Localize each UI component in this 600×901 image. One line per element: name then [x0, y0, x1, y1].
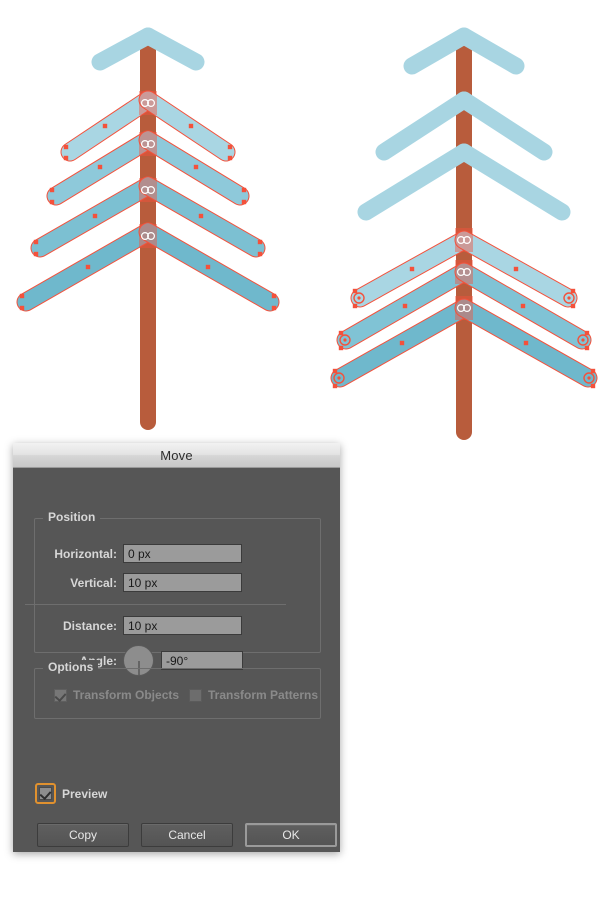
distance-row: Distance: 10 px	[46, 616, 316, 635]
vertical-row: Vertical: 10 px	[46, 573, 316, 592]
distance-field[interactable]: 10 px	[123, 616, 242, 635]
check-icon	[54, 689, 67, 702]
preview-label: Preview	[62, 786, 108, 801]
horizontal-row: Horizontal: 0 px	[46, 544, 316, 563]
move-dialog[interactable]: Move Position Horizontal: 0 px Vertical:…	[13, 443, 340, 852]
transform-patterns-checkbox[interactable]: Transform Patterns	[189, 688, 318, 702]
transform-patterns-label: Transform Patterns	[208, 688, 319, 702]
dialog-title: Move	[160, 447, 193, 463]
transform-objects-label: Transform Objects	[73, 688, 180, 702]
vertical-field[interactable]: 10 px	[123, 573, 242, 592]
checkbox-icon	[54, 688, 67, 702]
dialog-body: Position Horizontal: 0 px Vertical: 10 p…	[13, 468, 340, 851]
position-group-legend: Position	[43, 510, 101, 524]
horizontal-field[interactable]: 0 px	[123, 544, 242, 563]
right-tree[interactable]	[330, 27, 598, 440]
checkbox-icon	[189, 688, 202, 702]
options-group-legend: Options	[43, 660, 99, 674]
dialog-titlebar[interactable]: Move	[13, 443, 340, 468]
vertical-label: Vertical:	[70, 575, 117, 590]
distance-label: Distance:	[62, 618, 117, 633]
left-tree[interactable]	[16, 27, 280, 430]
ok-button[interactable]: OK	[245, 823, 337, 847]
transform-objects-checkbox[interactable]: Transform Objects	[54, 688, 179, 702]
preview-checkbox[interactable]: Preview	[35, 783, 107, 804]
check-icon	[39, 787, 52, 801]
preview-focus-ring	[35, 783, 56, 804]
cancel-button[interactable]: Cancel	[141, 823, 233, 847]
horizontal-label: Horizontal:	[54, 546, 117, 561]
checkbox-icon	[39, 787, 52, 801]
position-separator	[25, 604, 286, 605]
copy-button[interactable]: Copy	[37, 823, 129, 847]
